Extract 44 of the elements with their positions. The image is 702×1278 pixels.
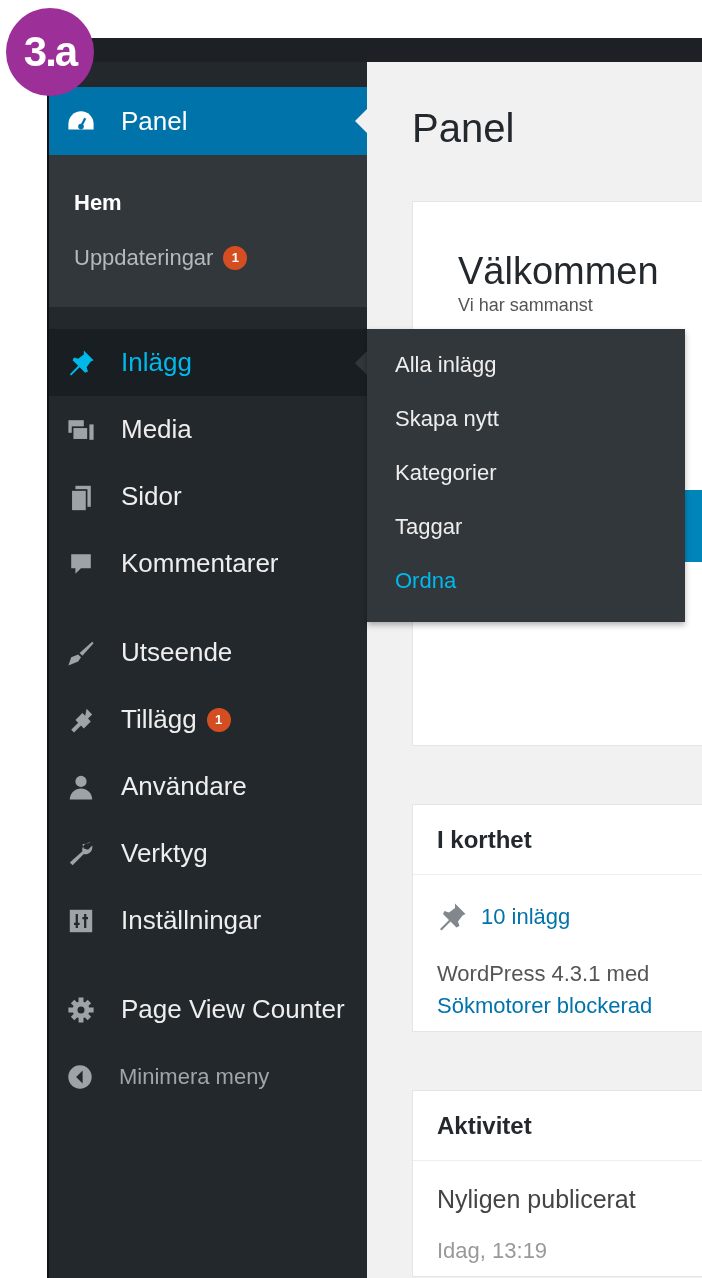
posts-link[interactable]: 10 inlägg (481, 904, 571, 930)
menu-label: Inlägg (121, 347, 192, 378)
menu-label: Utseende (121, 637, 233, 668)
page-title: Panel (412, 106, 516, 152)
gear-icon (67, 995, 95, 1024)
menu-label: Page View Counter (121, 994, 345, 1025)
section-heading: Nyligen publicerat (437, 1185, 637, 1214)
menu-label: Panel (121, 105, 188, 137)
menu-label: Media (121, 414, 192, 445)
menu-item[interactable]: Sidor (49, 463, 367, 530)
menu-label: Kommentarer (121, 548, 279, 579)
version-text: WordPress 4.3.1 med (437, 961, 651, 987)
menu-label: Användare (121, 771, 247, 802)
flyout-link[interactable]: Ordna (367, 554, 685, 608)
pin-icon (67, 348, 95, 377)
collapse-menu-button[interactable]: Minimera meny (49, 1043, 367, 1111)
search-engines-link[interactable]: Sökmotorer blockerad (437, 993, 702, 1019)
menu-item[interactable]: Inställningar (49, 887, 367, 954)
update-count-badge: 1 (223, 245, 248, 270)
menu-label: Sidor (121, 481, 182, 512)
post-time: Idag, 13:19 (437, 1238, 549, 1264)
menu-item[interactable]: Tillägg 1 (49, 686, 367, 753)
menu-label: Verktyg (121, 838, 208, 869)
menu-label: Inställningar (121, 905, 262, 936)
submenu-link[interactable]: Hem (49, 175, 367, 230)
flyout-link[interactable]: Alla inlägg (367, 338, 685, 392)
welcome-title: Välkommen (458, 250, 660, 293)
menu-item[interactable]: Panel (49, 87, 367, 155)
card-title: Aktivitet (413, 1091, 702, 1161)
card-title: I korthet (413, 805, 702, 875)
menu-item[interactable]: Användare (49, 753, 367, 820)
menu-item[interactable]: Media (49, 396, 367, 463)
step-badge: 3.a (6, 8, 94, 96)
flyout-link[interactable]: Skapa nytt (367, 392, 685, 446)
update-count-badge: 1 (206, 707, 231, 732)
menu-item[interactable]: Utseende (49, 619, 367, 686)
welcome-subtitle: Vi har sammanst (458, 295, 594, 316)
menu-item[interactable]: Verktyg (49, 820, 367, 887)
submenu-link[interactable]: Uppdateringar 1 (49, 230, 367, 285)
menu-item[interactable]: Page View Counter (49, 976, 367, 1043)
flyout-link[interactable]: Taggar (367, 500, 685, 554)
flyout-link[interactable]: Kategorier (367, 446, 685, 500)
menu-label: Tillägg (121, 704, 197, 735)
menu-item[interactable]: Kommentarer (49, 530, 367, 597)
